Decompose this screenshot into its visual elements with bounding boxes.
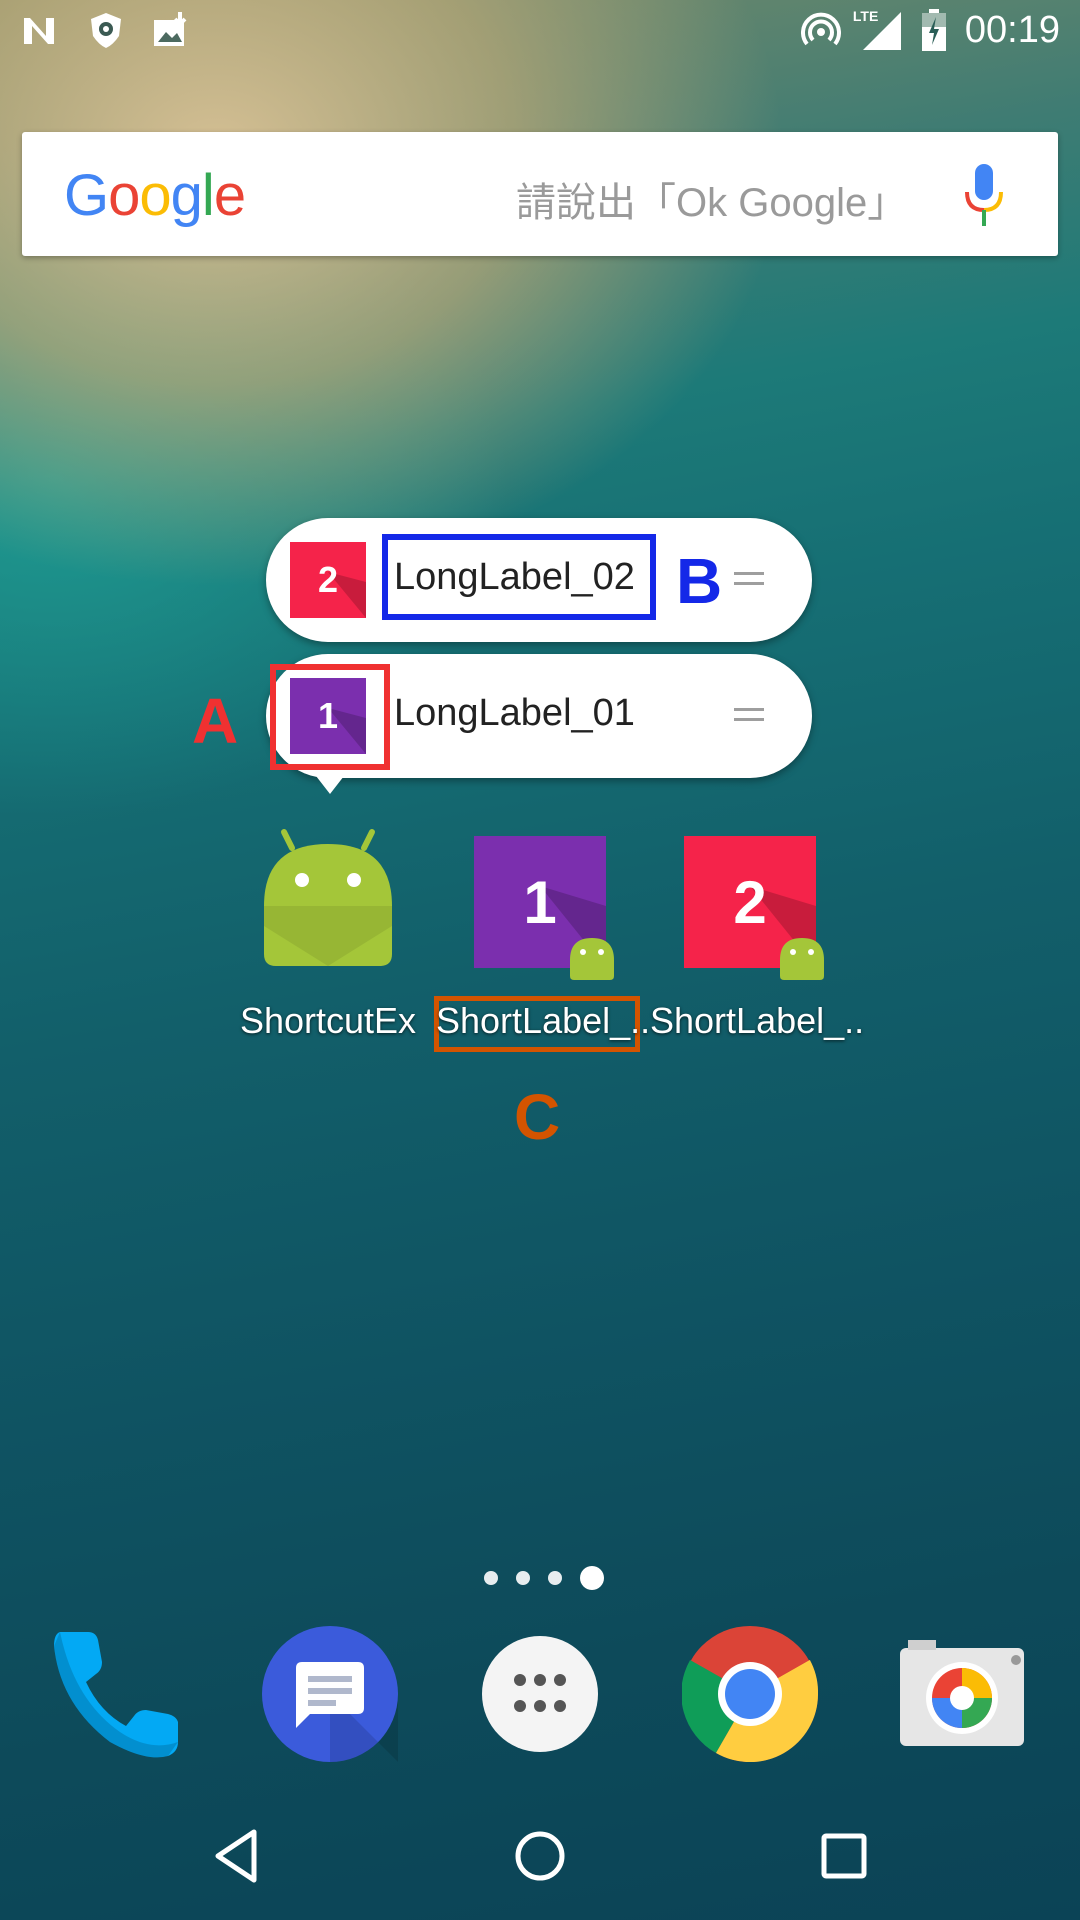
camera-icon[interactable] <box>892 1626 1028 1762</box>
status-bar: LTE 00:19 <box>0 0 1080 64</box>
download-photo-icon <box>154 12 187 46</box>
lte-signal-icon: LTE <box>853 8 903 52</box>
page-dot <box>548 1571 562 1585</box>
clock: 00:19 <box>964 8 1060 51</box>
chrome-icon[interactable] <box>682 1626 818 1762</box>
phone-icon[interactable] <box>50 1624 186 1760</box>
shortcut-1-label: LongLabel_01 <box>394 692 635 734</box>
page-dot <box>484 1571 498 1585</box>
drag-handle-icon[interactable] <box>734 708 764 724</box>
annotation-label-b: B <box>676 545 723 617</box>
search-hint: 請說出「Ok Google」 <box>516 181 908 225</box>
recents-icon[interactable] <box>814 1826 874 1886</box>
shortcut-2-icon: 2 <box>290 542 366 618</box>
popup-arrow <box>316 776 344 794</box>
app-drawer-icon[interactable] <box>472 1626 608 1762</box>
page-dot <box>516 1571 530 1585</box>
android-icon <box>264 829 392 966</box>
messages-icon[interactable] <box>262 1626 398 1762</box>
app-shortcutex[interactable]: ShortcutEx <box>238 826 418 1046</box>
annotation-box-b <box>382 534 656 620</box>
google-logo: Google <box>64 163 246 228</box>
shortcut-1-app-label: ShortLabel_.. <box>436 1000 651 1041</box>
back-icon[interactable] <box>208 1826 268 1886</box>
battery-charging-icon <box>921 9 946 51</box>
annotation-label-c: C <box>514 1081 561 1153</box>
page-indicator[interactable] <box>484 1566 604 1590</box>
android-badge-icon <box>780 938 824 980</box>
page-dot-active <box>580 1566 604 1590</box>
navigation-bar <box>0 1800 1080 1920</box>
google-search-bar[interactable]: Google 請說出「Ok Google」 <box>22 132 1058 256</box>
nfc-n-icon <box>24 18 54 44</box>
shortcut-2-app-label: ShortLabel_.. <box>650 1000 865 1041</box>
drag-handle-icon[interactable] <box>734 572 764 588</box>
annotation-label-a: A <box>192 685 239 757</box>
shield-icon <box>91 13 121 48</box>
annotation-box-a <box>270 664 390 770</box>
home-icon[interactable] <box>510 1826 570 1886</box>
android-badge-icon <box>570 938 614 980</box>
app-label: ShortcutEx <box>239 1000 417 1041</box>
mic-icon[interactable] <box>962 162 1006 228</box>
hotspot-icon <box>800 12 841 46</box>
